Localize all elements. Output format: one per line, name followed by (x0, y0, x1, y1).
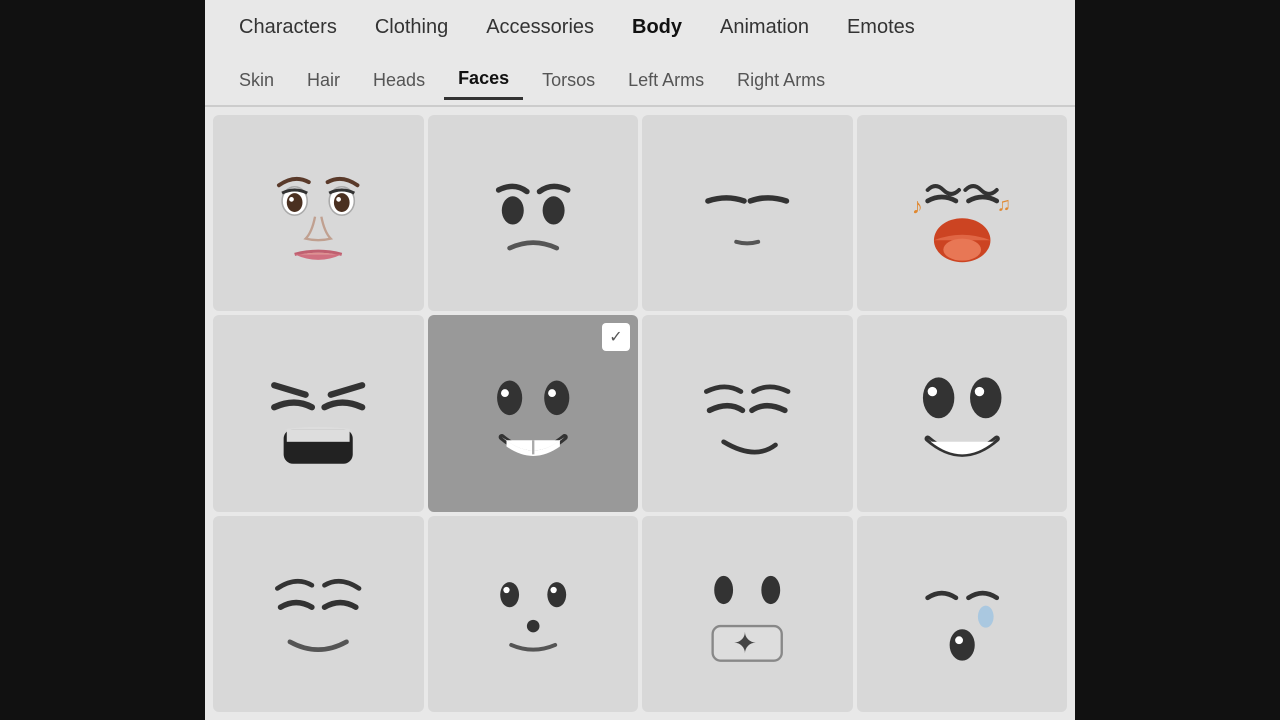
face-card-star-mouth[interactable]: ✦ (642, 516, 853, 712)
face-card-music[interactable]: ♪ ♫ (857, 115, 1068, 311)
face-card-sleepy[interactable] (857, 516, 1068, 712)
face-svg-angry-laugh (234, 335, 402, 492)
face-card-smug[interactable] (213, 516, 424, 712)
face-svg-dot-nose (449, 535, 617, 692)
nav-item-characters[interactable]: Characters (225, 8, 351, 47)
nav-item-clothing[interactable]: Clothing (361, 8, 462, 47)
nav-item-animation[interactable]: Animation (706, 8, 823, 47)
face-card-sad[interactable] (428, 115, 639, 311)
face-card-stern[interactable] (642, 115, 853, 311)
face-card-angry-laugh[interactable] (213, 315, 424, 511)
face-svg-realistic (234, 135, 402, 292)
face-svg-star-mouth: ✦ (663, 535, 831, 692)
face-svg-smirk (663, 335, 831, 492)
face-card-smirk[interactable] (642, 315, 853, 511)
face-card-dot-nose[interactable] (428, 516, 639, 712)
face-grid: ♪ ♫ (205, 107, 1075, 720)
svg-text:♪: ♪ (911, 193, 922, 218)
svg-text:♫: ♫ (996, 193, 1010, 214)
sub-nav-right-arms[interactable]: Right Arms (723, 62, 839, 99)
face-card-happy-default[interactable]: ✓ (428, 315, 639, 511)
face-svg-happy-default (449, 335, 617, 492)
face-svg-sad (449, 135, 617, 292)
sub-nav-skin[interactable]: Skin (225, 62, 288, 99)
face-svg-smile-eyes (878, 335, 1046, 492)
sub-nav: Skin Hair Heads Faces Torsos Left Arms R… (205, 55, 1075, 107)
face-svg-smug (234, 535, 402, 692)
app-container: Characters Clothing Accessories Body Ani… (205, 0, 1075, 720)
face-card-realistic[interactable] (213, 115, 424, 311)
sub-nav-torsos[interactable]: Torsos (528, 62, 609, 99)
svg-text:✦: ✦ (733, 627, 757, 659)
face-svg-stern (663, 135, 831, 292)
sub-nav-heads[interactable]: Heads (359, 62, 439, 99)
sub-nav-faces[interactable]: Faces (444, 60, 523, 100)
face-svg-sleepy (878, 535, 1046, 692)
top-nav: Characters Clothing Accessories Body Ani… (205, 0, 1075, 55)
face-card-smile-eyes[interactable] (857, 315, 1068, 511)
nav-item-body[interactable]: Body (618, 8, 696, 47)
nav-item-emotes[interactable]: Emotes (833, 8, 929, 47)
nav-item-accessories[interactable]: Accessories (472, 8, 608, 47)
sub-nav-hair[interactable]: Hair (293, 62, 354, 99)
sub-nav-left-arms[interactable]: Left Arms (614, 62, 718, 99)
selected-checkmark: ✓ (602, 323, 630, 351)
face-svg-music: ♪ ♫ (878, 135, 1046, 292)
